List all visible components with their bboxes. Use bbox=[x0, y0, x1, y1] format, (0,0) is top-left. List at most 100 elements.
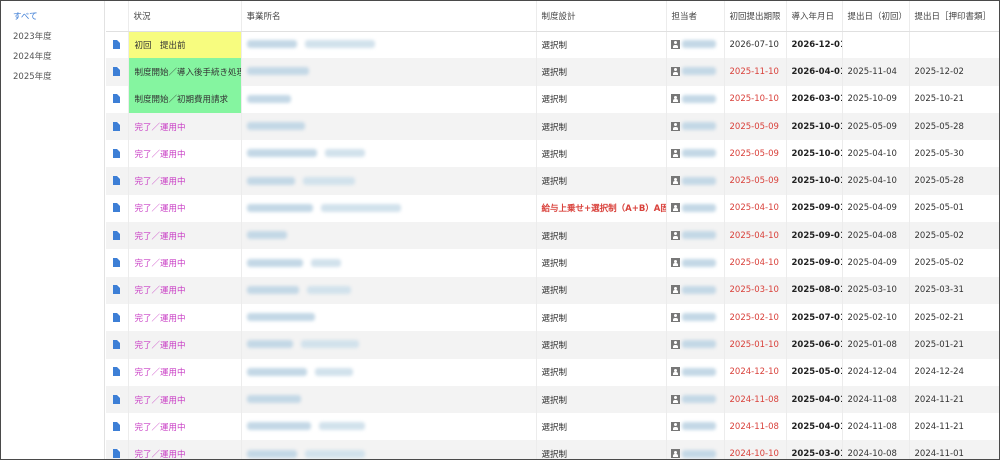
header-first-submit-date[interactable]: 提出日（初回） bbox=[841, 1, 909, 32]
document-cell[interactable] bbox=[106, 276, 128, 304]
person-name-redacted bbox=[681, 67, 716, 76]
document-cell[interactable] bbox=[106, 195, 128, 222]
document-cell[interactable] bbox=[106, 331, 128, 359]
status-cell: 完了／運用中 bbox=[127, 413, 241, 441]
table-row[interactable]: 制度開始／初期費用請求 選択制 2025-10-10 2026-03-01 2025-1… bbox=[106, 85, 999, 113]
table-row[interactable]: 完了／運用中 選択制 2025-03-10 2025-08-01 2025-03-10 2… bbox=[106, 276, 999, 304]
status-cell: 初回 提出前 bbox=[127, 31, 241, 59]
header-status[interactable]: 状況 bbox=[127, 1, 241, 32]
system-design-cell: 選択制 bbox=[535, 85, 666, 113]
first-deadline-cell: 2024-10-10 bbox=[723, 440, 786, 459]
document-cell[interactable] bbox=[106, 58, 128, 86]
header-person-in-charge[interactable]: 担当者 bbox=[665, 1, 724, 32]
table-row[interactable]: 完了／運用中 選択制 2025-05-09 2025-10-01 2025-04-10 2… bbox=[106, 140, 999, 168]
table-row[interactable]: 完了／運用中 選択制 2025-02-10 2025-07-01 2025-02-10 2… bbox=[106, 303, 999, 332]
document-icon[interactable] bbox=[113, 121, 121, 131]
office-name-redacted bbox=[246, 122, 305, 131]
document-icon[interactable] bbox=[113, 66, 121, 76]
status-label: 完了／運用中 bbox=[134, 286, 186, 297]
office-name-redacted-extra bbox=[304, 40, 375, 49]
sidebar-item-1[interactable]: 2023年度 bbox=[1, 29, 104, 49]
document-icon[interactable] bbox=[113, 203, 121, 213]
document-cell[interactable] bbox=[106, 413, 128, 440]
header-first-deadline[interactable]: 初回提出期限 bbox=[723, 1, 786, 32]
sidebar-item-3[interactable]: 2025年度 bbox=[1, 69, 104, 89]
first-submit-cell bbox=[841, 31, 909, 59]
office-name-cell[interactable] bbox=[240, 331, 536, 359]
office-name-redacted bbox=[246, 367, 307, 376]
table-row[interactable]: 完了／運用中 選択制 2025-04-10 2025-09-01 2025-04-09 2… bbox=[106, 249, 999, 277]
status-cell: 完了／運用中 bbox=[127, 358, 241, 386]
document-icon[interactable] bbox=[113, 449, 121, 459]
system-design-cell: 選択制 bbox=[535, 167, 666, 195]
office-name-cell[interactable] bbox=[240, 249, 536, 277]
document-icon[interactable] bbox=[113, 367, 121, 377]
document-icon[interactable] bbox=[113, 339, 121, 349]
first-submit-cell: 2025-03-10 bbox=[841, 276, 909, 304]
status-cell: 完了／運用中 bbox=[127, 194, 241, 223]
header-office-name[interactable]: 事業所名 bbox=[240, 1, 536, 32]
document-cell[interactable] bbox=[106, 385, 128, 414]
table-row[interactable]: 完了／運用中 選択制 2025-05-09 2025-10-01 2025-05-09 2… bbox=[106, 112, 999, 141]
office-name-cell[interactable] bbox=[240, 194, 536, 223]
table-row[interactable]: 完了／運用中 選択制 2024-10-10 2025-03-01 2024-10-08 2… bbox=[106, 440, 999, 459]
office-name-cell[interactable] bbox=[240, 167, 536, 195]
office-name-cell[interactable] bbox=[240, 31, 536, 59]
document-cell[interactable] bbox=[106, 167, 128, 195]
table-row[interactable]: 完了／運用中 選択制 2024-12-10 2025-05-01 2024-12-04 2… bbox=[106, 358, 999, 386]
office-name-cell[interactable] bbox=[240, 385, 536, 414]
table-row[interactable]: 完了／運用中 給与上乗せ+選択制（A+B）A固定 2025-04-10 2025-09… bbox=[106, 194, 999, 223]
table-row[interactable]: 完了／運用中 選択制 2025-05-09 2025-10-01 2025-04-10 2… bbox=[106, 167, 999, 195]
table-row[interactable]: 初回 提出前 選択制 2026-07-10 2026-12-01 bbox=[106, 31, 999, 59]
office-name-cell[interactable] bbox=[240, 358, 536, 386]
office-name-cell[interactable] bbox=[240, 112, 536, 141]
document-cell[interactable] bbox=[106, 222, 128, 250]
document-icon[interactable] bbox=[113, 285, 121, 295]
document-cell[interactable] bbox=[106, 440, 128, 459]
status-cell: 完了／運用中 bbox=[127, 222, 241, 250]
table-row[interactable]: 完了／運用中 選択制 2025-01-10 2025-06-01 2025-01-08 2… bbox=[106, 331, 999, 359]
office-name-cell[interactable] bbox=[240, 85, 536, 113]
document-cell[interactable] bbox=[106, 249, 128, 276]
system-design-cell: 選択制 bbox=[535, 303, 666, 332]
first-submit-cell: 2024-11-08 bbox=[841, 413, 909, 441]
office-name-cell[interactable] bbox=[240, 303, 536, 332]
document-icon[interactable] bbox=[113, 258, 121, 268]
sidebar-item-0[interactable]: すべて bbox=[1, 9, 104, 29]
table-row[interactable]: 完了／運用中 選択制 2025-04-10 2025-09-01 2025-04-08 2… bbox=[106, 222, 999, 250]
document-icon[interactable] bbox=[113, 230, 121, 240]
office-name-cell[interactable] bbox=[240, 440, 536, 459]
person-cell bbox=[665, 222, 724, 250]
document-icon[interactable] bbox=[113, 148, 121, 158]
office-name-redacted bbox=[246, 94, 291, 103]
document-cell[interactable] bbox=[106, 86, 128, 113]
office-name-cell[interactable] bbox=[240, 413, 536, 441]
document-icon[interactable] bbox=[113, 394, 121, 404]
document-icon[interactable] bbox=[113, 312, 121, 322]
table-row[interactable]: 完了／運用中 選択制 2024-11-08 2025-04-01 2024-11-08 2… bbox=[106, 385, 999, 414]
office-name-cell[interactable] bbox=[240, 222, 536, 250]
office-name-cell[interactable] bbox=[240, 58, 536, 86]
table-row[interactable]: 完了／運用中 選択制 2024-11-08 2025-04-01 2024-11-08 2… bbox=[106, 413, 999, 441]
status-label: 完了／運用中 bbox=[134, 149, 186, 160]
document-cell[interactable] bbox=[106, 112, 128, 141]
document-cell[interactable] bbox=[106, 31, 128, 58]
document-icon[interactable] bbox=[113, 421, 121, 431]
document-cell[interactable] bbox=[106, 359, 128, 386]
document-cell[interactable] bbox=[106, 140, 128, 167]
document-icon[interactable] bbox=[113, 39, 121, 49]
sidebar-item-2[interactable]: 2024年度 bbox=[1, 49, 104, 69]
table-header-row: 状況 事業所名 制度設計 担当者 初回提出期限 導入年月日 提出日（初回） 提出… bbox=[106, 1, 999, 32]
header-sealed-submit-date[interactable]: 提出日［押印書類］ bbox=[908, 1, 999, 32]
office-name-cell[interactable] bbox=[240, 276, 536, 304]
office-name-cell[interactable] bbox=[240, 140, 536, 168]
sealed-submit-cell: 2024-11-01 bbox=[908, 440, 999, 459]
header-system-design[interactable]: 制度設計 bbox=[535, 1, 666, 32]
table-row[interactable]: 制度開始／導入後手続き処理 選択制 2025-11-10 2026-04-01 2025… bbox=[106, 58, 999, 86]
document-icon[interactable] bbox=[113, 176, 121, 186]
document-icon[interactable] bbox=[113, 94, 121, 104]
status-label: 制度開始／導入後手続き処理 bbox=[134, 67, 242, 78]
document-cell[interactable] bbox=[106, 304, 128, 331]
header-intro-date[interactable]: 導入年月日 bbox=[785, 1, 842, 32]
status-label: 完了／運用中 bbox=[134, 368, 186, 379]
